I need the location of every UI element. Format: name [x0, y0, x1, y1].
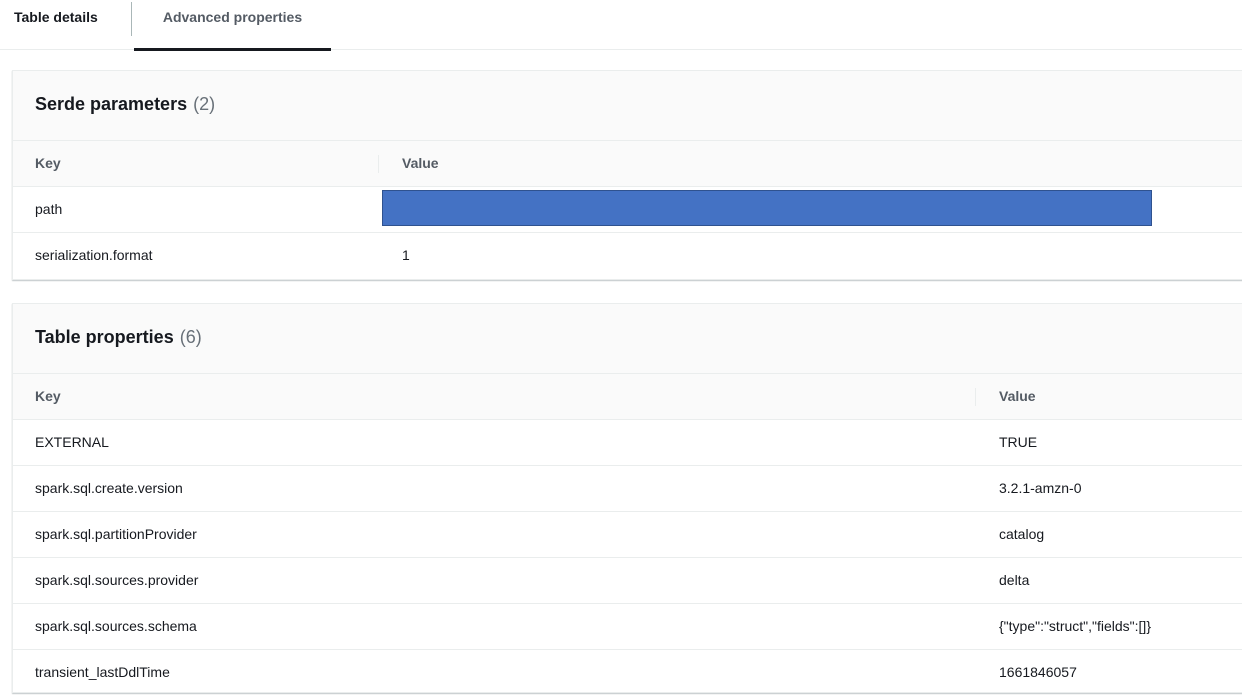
table-row: EXTERNAL TRUE	[13, 420, 1242, 466]
table-properties-header: Table properties (6)	[13, 304, 1242, 374]
row-value: delta	[999, 572, 1030, 588]
column-divider[interactable]	[975, 388, 976, 406]
row-value: 1	[402, 247, 410, 263]
table-row: spark.sql.create.version 3.2.1-amzn-0	[13, 466, 1242, 512]
table-properties-panel: Table properties (6) Key Value EXTERNAL T…	[12, 303, 1242, 693]
table-row: transient_lastDdlTime 1661846057	[13, 650, 1242, 696]
table-row: spark.sql.sources.provider delta	[13, 558, 1242, 604]
row-key: transient_lastDdlTime	[35, 664, 170, 680]
table-row: spark.sql.sources.schema {"type":"struct…	[13, 604, 1242, 650]
table-properties-title: Table properties	[35, 327, 174, 347]
serde-table-header: Key Value	[13, 141, 1242, 187]
serde-parameters-panel: Serde parameters (2) Key Value path seria…	[12, 70, 1242, 280]
table-properties-count: (6)	[179, 327, 202, 347]
column-header-key[interactable]: Key	[35, 155, 61, 171]
table-row: serialization.format 1	[13, 233, 1242, 279]
table-row: path	[13, 187, 1242, 233]
tab-bar: Table details Advanced properties	[0, 0, 1242, 51]
row-key: path	[35, 201, 63, 217]
table-row: spark.sql.partitionProvider catalog	[13, 512, 1242, 558]
row-key: spark.sql.create.version	[35, 480, 183, 496]
row-key: spark.sql.sources.provider	[35, 572, 199, 588]
serde-parameters-title: Serde parameters	[35, 94, 188, 114]
row-value: TRUE	[999, 434, 1038, 450]
row-key: spark.sql.partitionProvider	[35, 526, 197, 542]
row-value: catalog	[999, 526, 1045, 542]
row-key: EXTERNAL	[35, 434, 109, 450]
tab-table-details[interactable]: Table details	[14, 0, 129, 50]
column-header-value[interactable]: Value	[999, 388, 1036, 404]
column-header-value[interactable]: Value	[402, 155, 439, 171]
row-key: spark.sql.sources.schema	[35, 618, 197, 634]
row-value: 3.2.1-amzn-0	[999, 480, 1082, 496]
properties-table-header: Key Value	[13, 374, 1242, 420]
row-value: {"type":"struct","fields":[]}	[999, 618, 1151, 634]
row-value: 1661846057	[999, 664, 1077, 680]
serde-parameters-count: (2)	[193, 94, 216, 114]
tab-advanced-properties[interactable]: Advanced properties	[134, 0, 331, 51]
column-header-key[interactable]: Key	[35, 388, 61, 404]
tab-divider	[131, 2, 132, 36]
row-key: serialization.format	[35, 247, 153, 263]
column-divider[interactable]	[378, 155, 379, 173]
redacted-value	[382, 190, 1152, 226]
serde-parameters-header: Serde parameters (2)	[13, 71, 1242, 141]
